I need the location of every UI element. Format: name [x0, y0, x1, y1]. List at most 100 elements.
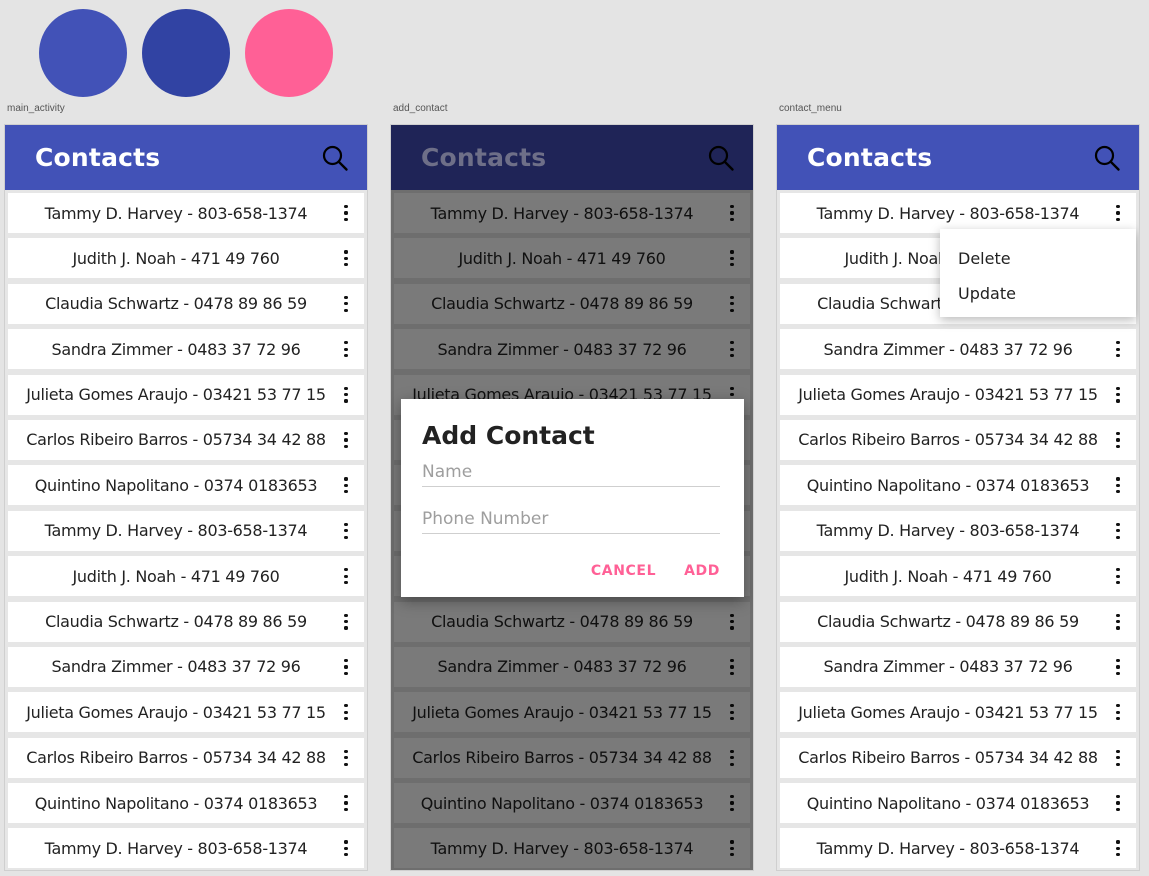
menu-item-delete[interactable]: Delete — [940, 241, 1136, 276]
more-vert-icon[interactable] — [730, 613, 734, 630]
contact-row-text: Carlos Ribeiro Barros - 05734 34 42 88 — [412, 748, 712, 768]
more-vert-icon[interactable] — [730, 795, 734, 812]
contact-row[interactable]: Quintino Napolitano - 0374 0183653 — [394, 783, 750, 824]
contact-row[interactable]: Carlos Ribeiro Barros - 05734 34 42 88 — [780, 419, 1136, 460]
search-button[interactable] — [1093, 144, 1121, 172]
contact-row[interactable]: Quintino Napolitano - 0374 0183653 — [8, 465, 364, 506]
contact-row[interactable]: Quintino Napolitano - 0374 0183653 — [8, 783, 364, 824]
contact-row[interactable]: Quintino Napolitano - 0374 0183653 — [780, 465, 1136, 506]
contact-row[interactable]: Julieta Gomes Araujo - 03421 53 77 15 — [394, 692, 750, 733]
more-vert-icon[interactable] — [344, 749, 348, 766]
phone-number-input[interactable] — [422, 507, 720, 534]
contact-row-text: Quintino Napolitano - 0374 0183653 — [34, 475, 318, 495]
more-vert-icon[interactable] — [344, 658, 348, 675]
more-vert-icon[interactable] — [344, 431, 348, 448]
contact-row[interactable]: Claudia Schwartz - 0478 89 86 59 — [8, 601, 364, 642]
contact-row[interactable]: Tammy D. Harvey - 803-658-1374 — [8, 193, 364, 233]
contact-row-text: Quintino Napolitano - 0374 0183653 — [420, 793, 704, 813]
contact-row[interactable]: Quintino Napolitano - 0374 0183653 — [780, 783, 1136, 824]
more-vert-icon[interactable] — [344, 522, 348, 539]
contact-row[interactable]: Carlos Ribeiro Barros - 05734 34 42 88 — [394, 737, 750, 778]
more-vert-icon[interactable] — [344, 613, 348, 630]
more-vert-icon[interactable] — [730, 658, 734, 675]
more-vert-icon[interactable] — [730, 704, 734, 721]
more-vert-icon[interactable] — [730, 250, 734, 267]
more-vert-icon[interactable] — [1116, 431, 1120, 448]
cancel-button[interactable]: CANCEL — [591, 563, 656, 579]
contact-row-text: Sandra Zimmer - 0483 37 72 96 — [51, 657, 301, 677]
contact-row[interactable]: Julieta Gomes Araujo - 03421 53 77 15 — [8, 374, 364, 415]
contact-row[interactable]: Tammy D. Harvey - 803-658-1374 — [780, 193, 1136, 233]
name-input[interactable] — [422, 460, 720, 487]
contact-row[interactable]: Julieta Gomes Araujo - 03421 53 77 15 — [780, 692, 1136, 733]
contact-row[interactable]: Sandra Zimmer - 0483 37 72 96 — [394, 646, 750, 687]
contact-row[interactable]: Tammy D. Harvey - 803-658-1374 — [8, 510, 364, 551]
more-vert-icon[interactable] — [730, 341, 734, 358]
more-vert-icon[interactable] — [344, 205, 348, 221]
contact-row[interactable]: Claudia Schwartz - 0478 89 86 59 — [394, 283, 750, 324]
more-vert-icon[interactable] — [1116, 477, 1120, 494]
more-vert-icon[interactable] — [344, 840, 348, 857]
contact-row[interactable]: Sandra Zimmer - 0483 37 72 96 — [8, 329, 364, 370]
more-vert-icon[interactable] — [344, 477, 348, 494]
contact-row[interactable]: Sandra Zimmer - 0483 37 72 96 — [780, 329, 1136, 370]
more-vert-icon[interactable] — [1116, 613, 1120, 630]
contact-row[interactable]: Tammy D. Harvey - 803-658-1374 — [394, 193, 750, 233]
more-vert-icon[interactable] — [344, 386, 348, 403]
contact-row[interactable]: Claudia Schwartz - 0478 89 86 59 — [394, 601, 750, 642]
contact-row[interactable]: Tammy D. Harvey - 803-658-1374 — [394, 828, 750, 869]
contact-row-text: Tammy D. Harvey - 803-658-1374 — [44, 838, 308, 858]
more-vert-icon[interactable] — [1116, 205, 1120, 221]
more-vert-icon[interactable] — [344, 795, 348, 812]
more-vert-icon[interactable] — [730, 840, 734, 857]
contact-row[interactable]: Sandra Zimmer - 0483 37 72 96 — [394, 329, 750, 370]
contact-row[interactable]: Claudia Schwartz - 0478 89 86 59 — [780, 601, 1136, 642]
more-vert-icon[interactable] — [1116, 568, 1120, 585]
color-swatch-accent — [245, 9, 333, 97]
more-vert-icon[interactable] — [1116, 386, 1120, 403]
add-button[interactable]: ADD — [684, 563, 720, 579]
contact-row-text: Julieta Gomes Araujo - 03421 53 77 15 — [26, 385, 326, 405]
more-vert-icon[interactable] — [344, 704, 348, 721]
contact-row-text: Julieta Gomes Araujo - 03421 53 77 15 — [798, 385, 1098, 405]
more-vert-icon[interactable] — [1116, 341, 1120, 358]
more-vert-icon[interactable] — [1116, 522, 1120, 539]
menu-item-update[interactable]: Update — [940, 276, 1136, 311]
contact-row-text: Carlos Ribeiro Barros - 05734 34 42 88 — [26, 748, 326, 768]
app-bar: Contacts — [391, 125, 753, 190]
contact-row[interactable]: Julieta Gomes Araujo - 03421 53 77 15 — [780, 374, 1136, 415]
more-vert-icon[interactable] — [344, 250, 348, 267]
more-vert-icon[interactable] — [344, 568, 348, 585]
contact-row[interactable]: Judith J. Noah - 471 49 760 — [8, 238, 364, 279]
more-vert-icon[interactable] — [730, 205, 734, 221]
contact-row[interactable]: Sandra Zimmer - 0483 37 72 96 — [780, 646, 1136, 687]
search-button[interactable] — [321, 144, 349, 172]
contact-row[interactable]: Judith J. Noah - 471 49 760 — [780, 556, 1136, 597]
contact-row[interactable]: Tammy D. Harvey - 803-658-1374 — [8, 828, 364, 869]
search-button[interactable] — [707, 144, 735, 172]
contact-row[interactable]: Carlos Ribeiro Barros - 05734 34 42 88 — [780, 737, 1136, 778]
contact-row-text: Tammy D. Harvey - 803-658-1374 — [430, 838, 694, 858]
contact-row-text: Claudia Schwartz - 0478 89 86 59 — [431, 294, 693, 314]
more-vert-icon[interactable] — [1116, 704, 1120, 721]
more-vert-icon[interactable] — [730, 295, 734, 312]
contact-row[interactable]: Judith J. Noah - 471 49 760 — [8, 556, 364, 597]
contact-row[interactable]: Judith J. Noah - 471 49 760 — [394, 238, 750, 279]
more-vert-icon[interactable] — [1116, 658, 1120, 675]
contact-menu-screen: Contacts Tammy D. Harvey - 803-658-1374 J… — [776, 124, 1140, 871]
more-vert-icon[interactable] — [1116, 749, 1120, 766]
contact-row-text: Judith J. Noah - 471 49 760 — [72, 566, 280, 586]
more-vert-icon[interactable] — [730, 749, 734, 766]
contact-row[interactable]: Tammy D. Harvey - 803-658-1374 — [780, 828, 1136, 869]
contact-row[interactable]: Claudia Schwartz - 0478 89 86 59 — [8, 283, 364, 324]
contact-row[interactable]: Carlos Ribeiro Barros - 05734 34 42 88 — [8, 419, 364, 460]
more-vert-icon[interactable] — [344, 295, 348, 312]
more-vert-icon[interactable] — [344, 341, 348, 358]
contact-row[interactable]: Tammy D. Harvey - 803-658-1374 — [780, 510, 1136, 551]
app-bar-title: Contacts — [35, 143, 161, 172]
more-vert-icon[interactable] — [1116, 795, 1120, 812]
more-vert-icon[interactable] — [1116, 840, 1120, 857]
contact-row[interactable]: Julieta Gomes Araujo - 03421 53 77 15 — [8, 692, 364, 733]
contact-row[interactable]: Carlos Ribeiro Barros - 05734 34 42 88 — [8, 737, 364, 778]
contact-row[interactable]: Sandra Zimmer - 0483 37 72 96 — [8, 646, 364, 687]
